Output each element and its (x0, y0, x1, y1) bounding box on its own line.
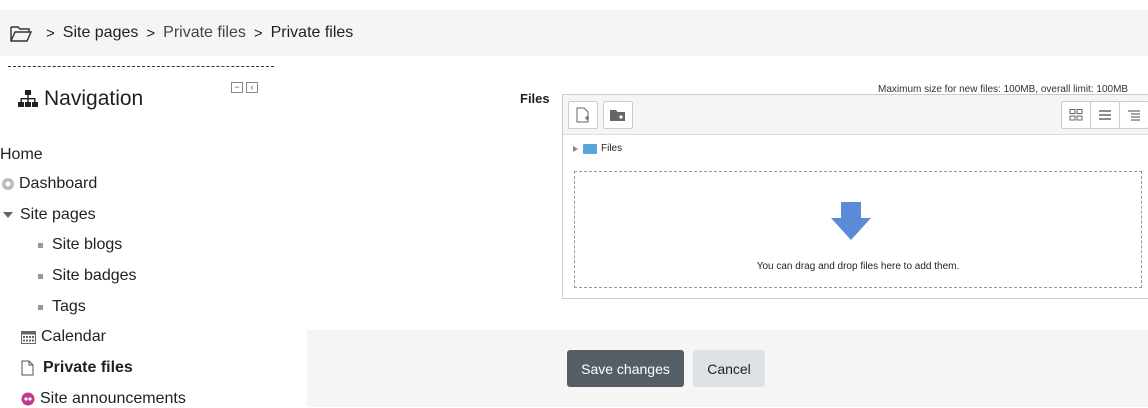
breadcrumb-site-pages[interactable]: Site pages (63, 24, 139, 42)
cancel-button[interactable]: Cancel (693, 350, 765, 387)
add-file-icon (576, 107, 589, 123)
navigation-title: Navigation (18, 87, 143, 111)
drop-zone[interactable]: You can drag and drop files here to add … (574, 171, 1142, 288)
bullet-icon (38, 273, 43, 279)
bullet-icon (38, 304, 43, 310)
nav-item-label: Tags (52, 298, 86, 315)
dock-icon[interactable]: ‹ (246, 82, 258, 93)
nav-item-site-announcements[interactable]: Site announcements (21, 390, 186, 408)
dashboard-icon (2, 178, 14, 190)
caret-right-icon (573, 145, 578, 152)
folder-icon (583, 143, 597, 154)
create-folder-icon (610, 109, 625, 121)
file-manager-toolbar (563, 95, 1148, 135)
nav-item-home[interactable]: Home (0, 146, 43, 164)
list-view-icon (1099, 110, 1111, 120)
create-folder-button[interactable] (603, 101, 633, 129)
nav-item-site-pages[interactable]: Site pages (3, 206, 96, 224)
nav-item-calendar[interactable]: Calendar (21, 328, 106, 346)
caret-down-icon (3, 212, 13, 218)
drop-zone-text: You can drag and drop files here to add … (756, 261, 960, 272)
nav-item-site-blogs[interactable]: Site blogs (38, 236, 122, 254)
calendar-icon (21, 331, 36, 344)
nav-item-label: Site badges (52, 267, 137, 284)
file-manager: Files You can drag and drop files here t… (562, 94, 1148, 299)
breadcrumb-current: Private files (270, 24, 354, 41)
breadcrumb-separator: > (146, 24, 156, 42)
nav-item-label: Site announcements (40, 390, 186, 407)
block-controls: − ‹ (231, 82, 258, 93)
grid-view-icon (1069, 109, 1083, 121)
navigation-title-text: Navigation (44, 87, 144, 110)
file-path-label: Files (601, 143, 623, 154)
nav-item-label: Calendar (41, 328, 106, 345)
collapse-icon[interactable]: − (231, 82, 243, 93)
tree-view-icon (1128, 110, 1140, 121)
files-field-label: Files (520, 91, 550, 106)
add-file-button[interactable] (568, 101, 598, 129)
nav-item-dashboard[interactable]: Dashboard (0, 175, 97, 193)
breadcrumb: > Site pages > Private files > Private f… (0, 10, 1148, 56)
drop-arrow-icon (831, 202, 871, 240)
breadcrumb-private-files-link[interactable]: Private files (163, 24, 246, 42)
nav-item-site-badges[interactable]: Site badges (38, 267, 137, 285)
nav-item-label: Home (0, 146, 43, 163)
nav-item-tags[interactable]: Tags (38, 298, 86, 316)
navigation-block: Navigation − ‹ (8, 66, 274, 110)
nav-item-label: Site pages (20, 206, 96, 223)
nav-item-label: Site blogs (52, 236, 123, 253)
file-icon (21, 360, 34, 376)
nav-item-private-files[interactable]: Private files (21, 359, 133, 377)
view-icons-button[interactable] (1061, 101, 1091, 129)
breadcrumb-separator: > (46, 24, 55, 42)
view-tree-button[interactable] (1119, 101, 1148, 129)
breadcrumb-separator: > (253, 24, 263, 42)
forum-icon (21, 392, 35, 406)
file-path[interactable]: Files (573, 143, 622, 154)
folder-open-icon[interactable] (10, 25, 32, 42)
nav-item-label: Dashboard (19, 175, 98, 192)
form-actions: Save changes Cancel (307, 330, 1148, 407)
nav-item-label: Private files (43, 359, 133, 376)
bullet-icon (38, 242, 43, 248)
sitemap-icon (18, 90, 38, 107)
view-list-button[interactable] (1090, 101, 1120, 129)
save-changes-button[interactable]: Save changes (567, 350, 684, 387)
